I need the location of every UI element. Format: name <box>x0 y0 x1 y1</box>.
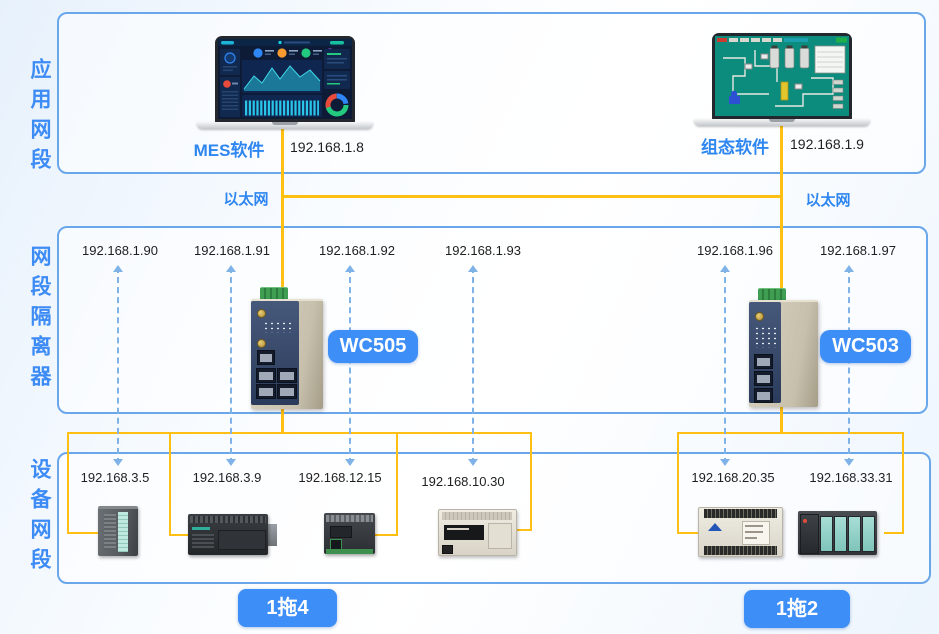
plc-s7-300-rack <box>798 511 877 555</box>
ethernet-trunk-line <box>281 195 783 198</box>
plc5-bottom-terminals <box>704 546 777 555</box>
plc-ip-4: 192.168.10.30 <box>417 474 509 489</box>
ethernet-label-left: 以太网 <box>214 188 278 209</box>
wc503-eth-port-2 <box>754 371 773 386</box>
mapping-arrow-6 <box>848 267 850 464</box>
bus-left-drop-1 <box>67 432 69 534</box>
plc-ip-6: 192.168.33.31 <box>805 470 897 485</box>
plc2-door <box>218 530 266 550</box>
plc-ip-5: 192.168.20.35 <box>687 470 779 485</box>
plc-ip-3: 192.168.12.15 <box>294 470 386 485</box>
plc5-label-line-3 <box>745 537 757 539</box>
wc505-ip-1: 192.168.1.90 <box>78 243 162 258</box>
scada-software-label: 组态软件 <box>692 133 778 158</box>
isolator-segment-label: 网段隔离器 <box>24 245 54 395</box>
wc505-eth-port-2 <box>277 368 297 383</box>
wc503-ip-2: 192.168.1.97 <box>816 243 900 258</box>
scada-ip: 192.168.1.9 <box>790 136 864 152</box>
wc503-eth-port-3 <box>754 388 773 403</box>
plc2-top-terminals <box>190 516 266 523</box>
bus-left-horizontal <box>67 432 532 434</box>
wc505-led-block <box>263 321 291 333</box>
plc-s7-200 <box>188 512 277 557</box>
mapping-arrow-5 <box>724 267 726 464</box>
wc505-eth-port-4 <box>277 384 297 399</box>
wc503-led-block <box>754 326 778 348</box>
mes-dashboard-screen <box>218 39 352 119</box>
wc505-ip-3: 192.168.1.92 <box>315 243 399 258</box>
plc-ip-2: 192.168.3.9 <box>185 470 269 485</box>
mapping-arrow-4 <box>472 267 474 464</box>
plc2-brand-mark <box>192 527 210 530</box>
mes-software-label: MES软件 <box>186 136 272 161</box>
bus-right-drop-2 <box>902 432 904 534</box>
one-to-two-badge: 1拖2 <box>744 590 850 628</box>
scada-laptop-base <box>694 119 870 126</box>
device-segment-label: 设备网段 <box>24 458 54 578</box>
plc5-label-line-1 <box>745 525 763 527</box>
wc505-eth-port-wan <box>257 350 275 365</box>
plc4-vents <box>442 512 512 520</box>
plc-mitsubishi-fx <box>438 509 517 556</box>
wc503-eth-port-1 <box>754 354 773 369</box>
bus-left-stub-3 <box>375 534 398 536</box>
bus-left-stub-1 <box>67 532 99 534</box>
plc1-vents <box>104 514 116 550</box>
network-topology-diagram: 应用网段 网段隔离器 设备网段 <box>0 0 939 634</box>
plc6-module-1 <box>820 516 833 552</box>
plc3-top-terminals <box>326 515 373 522</box>
wc503-model-badge: WC503 <box>820 330 911 363</box>
bus-right-stub-2 <box>884 532 904 534</box>
bus-right-stub-1 <box>677 532 699 534</box>
mapping-arrow-1 <box>117 267 119 464</box>
plc6-module-2 <box>834 516 847 552</box>
plc-ip-1: 192.168.3.5 <box>73 470 157 485</box>
plc3-status-panel <box>330 526 352 538</box>
mapping-arrow-3 <box>349 267 351 464</box>
wc505-ip-4: 192.168.1.93 <box>441 243 525 258</box>
mes-laptop <box>215 36 355 123</box>
plc5-label-line-2 <box>745 531 763 533</box>
plc3-green-strip <box>326 549 373 554</box>
bus-left-stub-2 <box>169 534 190 536</box>
plc6-module-3 <box>848 516 861 552</box>
scada-laptop <box>712 33 852 120</box>
wc505-antenna-port-1 <box>257 309 266 318</box>
plc4-right-door <box>488 523 512 549</box>
one-to-four-badge: 1拖4 <box>238 589 337 627</box>
bus-right-drop-1 <box>677 432 679 534</box>
wc503-antenna-port <box>755 312 764 321</box>
plc5-top-terminals <box>704 509 777 518</box>
application-segment-label: 应用网段 <box>24 58 54 178</box>
mes-laptop-base <box>197 122 373 129</box>
wc505-eth-port-3 <box>256 384 276 399</box>
plc2-led-column <box>192 534 214 548</box>
bus-left-drop-4 <box>530 432 532 531</box>
plc4-label-text <box>447 528 469 530</box>
bus-left-drop-3 <box>396 432 398 536</box>
plc1-mint-stripe <box>118 512 128 552</box>
plc6-module-4 <box>862 516 875 552</box>
plc6-psu-led <box>803 519 807 523</box>
wc505-model-badge: WC505 <box>328 330 418 363</box>
wc505-eth-port-1 <box>256 368 276 383</box>
wc505-ip-2: 192.168.1.91 <box>190 243 274 258</box>
scada-hmi-screen <box>715 36 849 116</box>
wc503-device <box>747 288 818 405</box>
bus-left-drop-2 <box>169 432 171 536</box>
wc505-antenna-port-2 <box>257 339 266 348</box>
wc505-device <box>247 287 323 407</box>
plc4-port <box>442 545 453 554</box>
plc-s7-300-module <box>98 506 138 556</box>
plc-delta-dvp <box>698 507 783 557</box>
mes-ip: 192.168.1.8 <box>290 139 364 155</box>
mapping-arrow-2 <box>230 267 232 464</box>
wc503-ip-1: 192.168.1.96 <box>693 243 777 258</box>
bus-right-horizontal <box>677 432 904 434</box>
plc-s7-1200 <box>322 511 377 556</box>
ethernet-label-right: 以太网 <box>796 189 860 210</box>
